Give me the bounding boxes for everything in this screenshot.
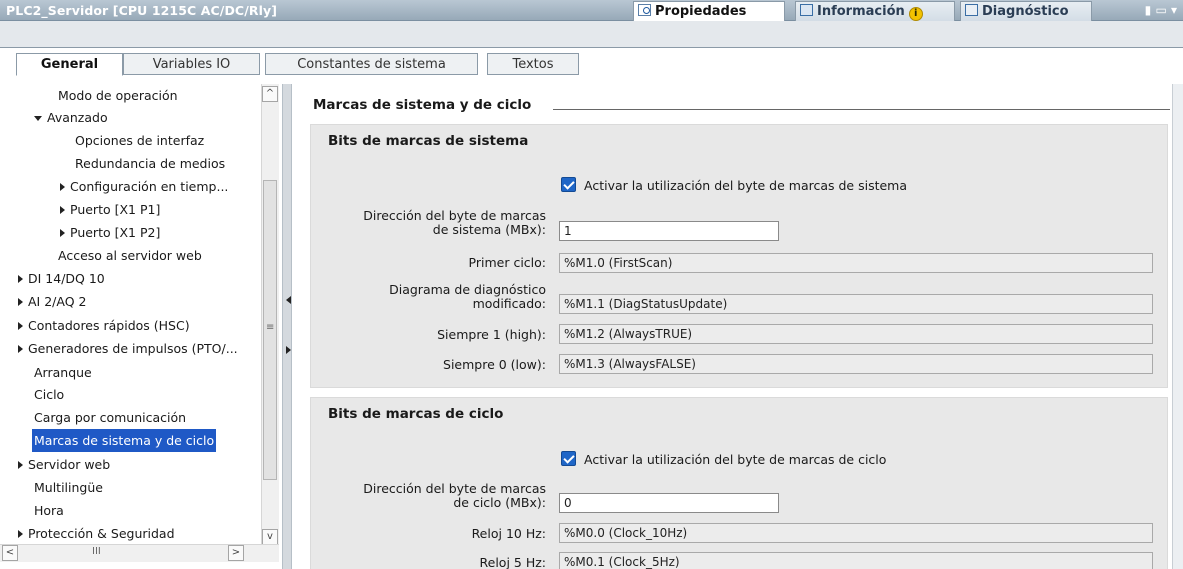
expanded-arrow-icon[interactable]: [34, 116, 42, 121]
clock-bits-checkbox[interactable]: [561, 451, 576, 466]
collapsed-arrow-icon[interactable]: [60, 183, 65, 191]
diag-field: %M1.1 (DiagStatusUpdate): [559, 294, 1153, 314]
collapsed-arrow-icon[interactable]: [18, 461, 23, 469]
clock-address-label: Dirección del byte de marcas de ciclo (M…: [363, 481, 546, 510]
tab-propiedades-label: Propiedades: [655, 4, 747, 19]
tab-constantes[interactable]: Constantes de sistema: [265, 53, 478, 75]
pane-splitter[interactable]: [282, 84, 292, 569]
tab-general[interactable]: General: [16, 53, 123, 76]
content-vertical-scrollbar[interactable]: [1172, 84, 1183, 569]
clock-address-input[interactable]: 0: [559, 493, 779, 513]
always-true-label: Siempre 1 (high):: [437, 327, 546, 342]
scroll-down-icon[interactable]: v: [262, 529, 278, 545]
collapsed-arrow-icon[interactable]: [18, 530, 23, 538]
collapsed-arrow-icon[interactable]: [18, 322, 23, 330]
tree-item-proteccion[interactable]: Protección & Seguridad: [18, 522, 175, 545]
tab-textos[interactable]: Textos: [487, 53, 579, 75]
collapsed-arrow-icon[interactable]: [60, 229, 65, 237]
system-bits-checkbox[interactable]: [561, 177, 576, 192]
tree-item-di-dq[interactable]: DI 14/DQ 10: [18, 267, 105, 290]
system-address-label: Dirección del byte de marcas de sistema …: [363, 208, 546, 237]
tree-item-avanzado[interactable]: Avanzado: [34, 106, 108, 129]
tab-diagnostico[interactable]: Diagnóstico: [960, 1, 1092, 21]
collapsed-arrow-icon[interactable]: [18, 275, 23, 283]
tab-propiedades[interactable]: Propiedades: [633, 1, 785, 21]
tree-item-hora[interactable]: Hora: [34, 499, 64, 522]
window-controls-icon[interactable]: ▮ ▭ ▾: [1145, 3, 1177, 17]
tree-item-puerto-p2[interactable]: Puerto [X1 P2]: [60, 221, 160, 244]
window-title: PLC2_Servidor [CPU 1215C AC/DC/Rly]: [6, 3, 278, 18]
tab-variables-io[interactable]: Variables IO: [123, 53, 260, 75]
system-bits-title: Bits de marcas de sistema: [328, 133, 529, 149]
tree-item-acceso-web[interactable]: Acceso al servidor web: [58, 244, 202, 267]
section-title: Marcas de sistema y de ciclo: [313, 97, 532, 113]
always-false-field: %M1.3 (AlwaysFALSE): [559, 354, 1153, 374]
collapsed-arrow-icon[interactable]: [18, 298, 23, 306]
tab-informacion[interactable]: Información i: [795, 1, 955, 21]
tree-item-servidor-web[interactable]: Servidor web: [18, 453, 110, 476]
scroll-right-icon[interactable]: >: [228, 545, 244, 561]
tree-item-pto[interactable]: Generadores de impulsos (PTO/...: [18, 337, 238, 360]
scroll-left-icon[interactable]: <: [2, 545, 18, 561]
window-title-bar: PLC2_Servidor [CPU 1215C AC/DC/Rly] Prop…: [0, 0, 1183, 21]
clock-5hz-label: Reloj 5 Hz:: [479, 555, 546, 569]
always-true-field: %M1.2 (AlwaysTRUE): [559, 324, 1153, 344]
tree-item-configuracion[interactable]: Configuración en tiemp...: [60, 175, 228, 198]
first-cycle-label: Primer ciclo:: [468, 255, 546, 270]
diag-label: Diagrama de diagnóstico modificado:: [389, 282, 546, 311]
info-icon: [800, 4, 813, 16]
tree-item-ciclo[interactable]: Ciclo: [34, 383, 64, 406]
clock-10hz-field: %M0.0 (Clock_10Hz): [559, 523, 1153, 543]
tree-item-ai-aq[interactable]: AI 2/AQ 2: [18, 290, 86, 313]
grip-icon: ≡: [266, 322, 275, 333]
tree-item-opciones-interfaz[interactable]: Opciones de interfaz: [75, 129, 204, 152]
clock-10hz-label: Reloj 10 Hz:: [471, 526, 546, 541]
system-bits-checkbox-label: Activar la utilización del byte de marca…: [584, 178, 908, 193]
tree-item-puerto-p1[interactable]: Puerto [X1 P1]: [60, 198, 160, 221]
tree-item-carga[interactable]: Carga por comunicación: [34, 406, 186, 429]
tab-strip: [0, 21, 1183, 48]
section-divider: [553, 109, 1170, 110]
properties-icon: [638, 4, 651, 16]
collapsed-arrow-icon[interactable]: [18, 345, 23, 353]
collapsed-arrow-icon[interactable]: [60, 206, 65, 214]
scroll-up-icon[interactable]: ^: [262, 86, 278, 102]
collapse-left-icon[interactable]: [286, 296, 291, 304]
tree-item-multilingue[interactable]: Multilingüe: [34, 476, 103, 499]
warning-icon: i: [908, 7, 923, 21]
clock-bits-checkbox-label: Activar la utilización del byte de marca…: [584, 452, 887, 467]
clock-5hz-field: %M0.1 (Clock_5Hz): [559, 552, 1153, 569]
expand-right-icon[interactable]: [286, 346, 291, 354]
tab-informacion-label: Información: [817, 4, 905, 19]
tree-item-redundancia[interactable]: Redundancia de medios: [75, 152, 225, 175]
clock-bits-title: Bits de marcas de ciclo: [328, 406, 504, 422]
hscroll-grip-icon: III: [92, 546, 101, 557]
tab-diagnostico-label: Diagnóstico: [982, 4, 1069, 19]
first-cycle-field: %M1.0 (FirstScan): [559, 253, 1153, 273]
diagnostics-icon: [965, 4, 978, 16]
tree-item-arranque[interactable]: Arranque: [34, 361, 92, 384]
system-address-input[interactable]: 1: [559, 221, 779, 241]
always-false-label: Siempre 0 (low):: [443, 357, 546, 372]
tree-item-marcas-selected[interactable]: Marcas de sistema y de ciclo: [32, 429, 217, 452]
tree-item-modo-operacion[interactable]: Modo de operación: [58, 84, 178, 107]
tree-item-hsc[interactable]: Contadores rápidos (HSC): [18, 314, 190, 337]
